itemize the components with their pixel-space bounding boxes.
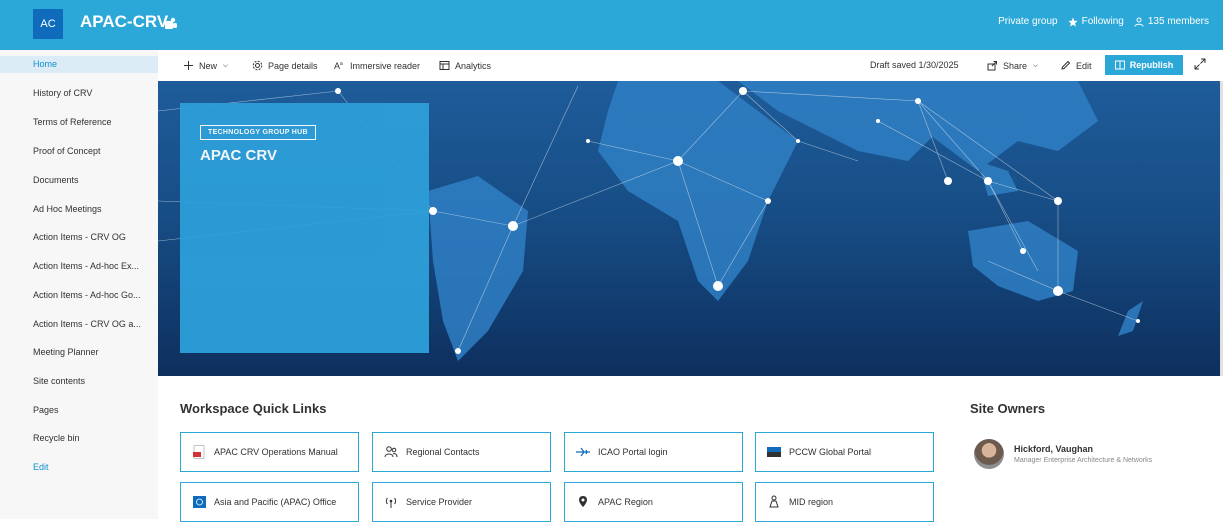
person-location-icon — [767, 495, 781, 509]
quick-link-service-provider[interactable]: Service Provider — [372, 482, 551, 522]
nav-item-site-contents[interactable]: Site contents — [33, 376, 85, 386]
icao-logo-icon — [192, 495, 206, 509]
republish-label: Republish — [1129, 60, 1174, 70]
teams-icon[interactable] — [163, 16, 179, 32]
republish-button[interactable]: Republish — [1105, 55, 1183, 75]
quick-link-pccw-portal[interactable]: PCCW Global Portal — [755, 432, 934, 472]
site-logo[interactable]: AC — [33, 9, 63, 39]
site-title[interactable]: APAC-CRV — [80, 12, 168, 32]
draft-saved-status: Draft saved 1/30/2025 — [870, 60, 959, 70]
book-icon — [1114, 60, 1125, 70]
quick-link-apac-office[interactable]: Asia and Pacific (APAC) Office — [180, 482, 359, 522]
quick-link-label: PCCW Global Portal — [789, 447, 872, 457]
edit-button[interactable]: Edit — [1060, 60, 1092, 71]
expand-icon[interactable] — [1194, 58, 1206, 70]
hero-banner: TECHNOLOGY GROUP HUB APAC CRV — [158, 81, 1220, 376]
quick-link-label: Asia and Pacific (APAC) Office — [214, 497, 337, 507]
site-header: AC APAC-CRV Private group Following 135 … — [0, 0, 1223, 50]
quick-link-mid-region[interactable]: MID region — [755, 482, 934, 522]
quick-link-label: ICAO Portal login — [598, 447, 668, 457]
nav-item-ad-hoc-meetings[interactable]: Ad Hoc Meetings — [33, 204, 102, 214]
site-owner-card[interactable]: Hickford, Vaughan Manager Enterprise Arc… — [974, 439, 1152, 469]
quick-link-label: MID region — [789, 497, 834, 507]
owner-name: Hickford, Vaughan — [1014, 444, 1094, 454]
nav-item-terms[interactable]: Terms of Reference — [33, 117, 112, 127]
quick-link-label: APAC Region — [598, 497, 653, 507]
members-button[interactable]: 135 members — [1134, 16, 1209, 27]
pccw-logo-icon — [767, 445, 781, 459]
location-icon — [576, 495, 590, 509]
analytics-button[interactable]: Analytics — [439, 60, 491, 71]
quick-link-apac-region[interactable]: APAC Region — [564, 482, 743, 522]
command-bar: New Page details Aa Immersive reader Ana… — [158, 50, 1223, 81]
page-details-button[interactable]: Page details — [252, 60, 318, 71]
airplane-icon — [576, 445, 590, 459]
immersive-reader-button[interactable]: Aa Immersive reader — [334, 60, 421, 72]
quick-link-operations-manual[interactable]: APAC CRV Operations Manual — [180, 432, 359, 472]
group-type-label: Private group — [998, 16, 1058, 27]
pencil-icon — [1061, 60, 1071, 70]
nav-item-recycle-bin[interactable]: Recycle bin — [33, 433, 80, 443]
share-button[interactable]: Share — [987, 60, 1039, 71]
new-label: New — [199, 60, 218, 71]
nav-item-action-items-crv-og[interactable]: Action Items - CRV OG — [33, 232, 126, 242]
left-navigation: Home History of CRV Terms of Reference P… — [0, 50, 158, 519]
nav-item-proof-of-concept[interactable]: Proof of Concept — [33, 146, 101, 156]
quick-links-title: Workspace Quick Links — [180, 401, 327, 416]
nav-selected-highlight — [0, 56, 158, 73]
quick-link-icao-portal[interactable]: ICAO Portal login — [564, 432, 743, 472]
hero-title-panel: TECHNOLOGY GROUP HUB APAC CRV — [180, 103, 429, 353]
page-details-label: Page details — [268, 60, 318, 71]
gear-icon — [252, 60, 263, 71]
following-button[interactable]: Following — [1067, 16, 1124, 27]
analytics-label: Analytics — [455, 60, 492, 71]
hero-tag: TECHNOLOGY GROUP HUB — [200, 125, 316, 140]
share-icon — [987, 61, 997, 71]
immersive-reader-icon: Aa — [334, 61, 343, 71]
star-icon — [1067, 17, 1078, 26]
pdf-icon — [192, 445, 206, 459]
person-icon — [1134, 17, 1144, 27]
nav-item-action-items-adhoc-ex[interactable]: Action Items - Ad-hoc Ex... — [33, 261, 139, 271]
antenna-icon — [384, 495, 398, 509]
chevron-down-icon — [223, 64, 228, 68]
site-owners-title: Site Owners — [970, 401, 1046, 416]
quick-link-label: Service Provider — [406, 497, 473, 507]
nav-item-home[interactable]: Home — [33, 59, 57, 69]
analytics-icon — [439, 61, 450, 70]
people-icon — [384, 445, 398, 459]
share-label: Share — [1003, 60, 1028, 71]
nav-item-documents[interactable]: Documents — [33, 175, 79, 185]
nav-item-meeting-planner[interactable]: Meeting Planner — [33, 347, 99, 357]
hero-title: APAC CRV — [200, 147, 277, 164]
nav-item-action-items-adhoc-go[interactable]: Action Items - Ad-hoc Go... — [33, 290, 141, 300]
owner-role: Manager Enterprise Architecture & Networ… — [1014, 457, 1153, 464]
quick-link-label: Regional Contacts — [406, 447, 480, 457]
chevron-down-icon — [1033, 64, 1038, 68]
nav-item-history[interactable]: History of CRV — [33, 88, 92, 98]
quick-link-label: APAC CRV Operations Manual — [214, 447, 338, 457]
nav-edit-link[interactable]: Edit — [33, 462, 49, 472]
quick-link-regional-contacts[interactable]: Regional Contacts — [372, 432, 551, 472]
following-label: Following — [1081, 16, 1124, 27]
avatar — [974, 439, 1004, 469]
new-button[interactable]: New — [183, 60, 229, 71]
edit-label: Edit — [1076, 60, 1092, 71]
immersive-reader-label: Immersive reader — [350, 60, 421, 71]
nav-item-pages[interactable]: Pages — [33, 405, 59, 415]
plus-icon — [184, 61, 193, 70]
svg-text:a: a — [340, 61, 343, 67]
nav-item-action-items-crv-og-a[interactable]: Action Items - CRV OG a... — [33, 319, 141, 329]
members-label: 135 members — [1147, 16, 1209, 27]
